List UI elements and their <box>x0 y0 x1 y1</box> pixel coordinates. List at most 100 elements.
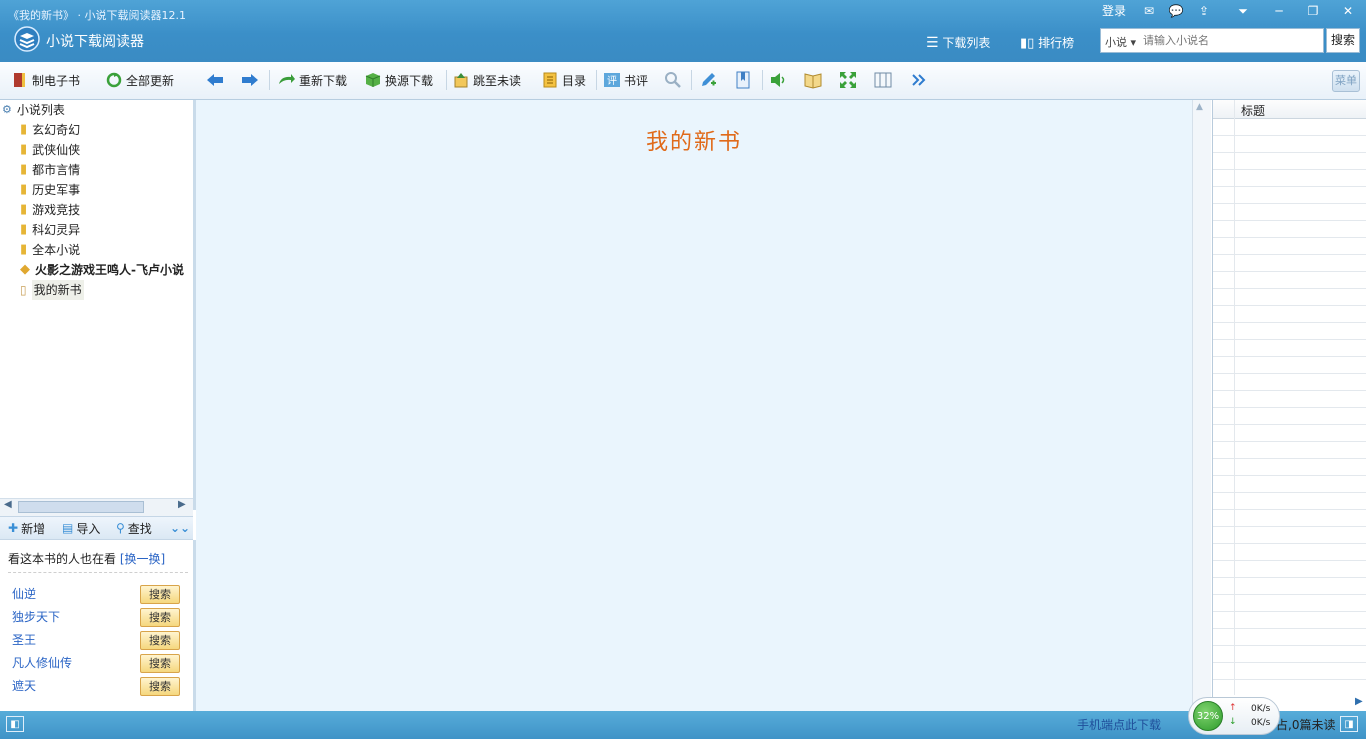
grid-line <box>1213 594 1366 595</box>
tree-category[interactable]: ▮ 武侠仙侠 <box>20 140 184 160</box>
login-link[interactable]: 登录 <box>1100 2 1128 20</box>
grid-line <box>1213 458 1366 459</box>
make-ebook-label: 制电子书 <box>32 73 81 88</box>
tree-category[interactable]: ▮ 游戏竞技 <box>20 200 184 220</box>
tree-category[interactable]: ▮ 全本小说 <box>20 240 184 260</box>
ranking-label: 排行榜 <box>1038 36 1075 50</box>
message-icon[interactable]: 💬 <box>1167 2 1185 20</box>
search-text-button[interactable] <box>664 62 682 98</box>
recommend-search-button[interactable]: 搜索 <box>140 654 180 673</box>
speed-monitor[interactable]: 32% ↑ ↓ 0K/s 0K/s <box>1188 697 1280 735</box>
back-button[interactable] <box>206 62 224 98</box>
toolbar-divider <box>762 70 763 90</box>
recommend-search-button[interactable]: 搜索 <box>140 608 180 627</box>
horizontal-scrollbar[interactable]: ◀ ▶ <box>0 498 193 516</box>
tree-root-label: 小说列表 <box>16 103 65 117</box>
more-button[interactable] <box>910 62 928 98</box>
toggle-sidebar-icon[interactable]: ◧ <box>6 716 24 732</box>
ranking-button[interactable]: ▮▯ 排行榜 <box>1020 33 1074 53</box>
chapter-list-header: 标题 <box>1213 100 1366 119</box>
tree-category[interactable]: ▮ 历史军事 <box>20 180 184 200</box>
recommend-book-link[interactable]: 独步天下 <box>12 608 60 625</box>
grid-line <box>1213 254 1366 255</box>
close-icon[interactable]: ✕ <box>1337 2 1359 20</box>
app-name: 小说下载阅读器 <box>46 34 144 50</box>
progress-percent: 32% <box>1193 701 1223 731</box>
reader-pane[interactable]: 我的新书 <box>196 100 1192 711</box>
tree-category[interactable]: ▮ 玄幻奇幻 <box>20 120 184 140</box>
search-button[interactable]: 搜索 <box>1326 28 1360 53</box>
scroll-up-icon[interactable]: ▲ <box>1196 102 1203 112</box>
jump-unread-button[interactable]: 跳至未读 <box>453 62 521 98</box>
open-book-icon: ▯ <box>20 283 27 297</box>
recommend-book-link[interactable]: 凡人修仙传 <box>12 654 72 671</box>
folder-icon: ▮ <box>20 182 28 197</box>
forward-button[interactable] <box>241 62 259 98</box>
fullscreen-icon <box>840 72 856 88</box>
bookmark-icon <box>736 71 750 89</box>
speaker-icon <box>771 73 785 87</box>
tree-category[interactable]: ▮ 都市言情 <box>20 160 184 180</box>
tree-book[interactable]: ◆ 火影之游戏王鸣人-飞卢小说 <box>20 260 184 280</box>
grid-line <box>1213 339 1366 340</box>
bookmark-button[interactable] <box>735 62 751 98</box>
upload-speed: 0K/s <box>1251 704 1271 714</box>
search-input[interactable] <box>1143 31 1321 50</box>
chapter-list-panel: 标题 ▶ <box>1212 100 1366 711</box>
recommend-book-link[interactable]: 遮天 <box>12 677 36 694</box>
scroll-right-icon[interactable]: ▶ <box>178 499 186 510</box>
minimize-icon[interactable]: ─ <box>1268 2 1290 20</box>
edit-button[interactable] <box>699 62 717 98</box>
restore-icon[interactable]: ❐ <box>1302 2 1324 20</box>
search-type-select[interactable]: 小说 ▾ <box>1105 34 1136 50</box>
grid-line <box>1213 645 1366 646</box>
grid-line <box>1213 424 1366 425</box>
collapse-icon[interactable]: ⌄⌄ <box>170 517 190 539</box>
vertical-scrollbar[interactable]: ▲ <box>1192 100 1211 711</box>
grid-line <box>1213 509 1366 510</box>
layout-button[interactable] <box>874 62 892 98</box>
toolbar <box>0 62 1366 100</box>
review-button[interactable]: 评 书评 <box>604 62 648 98</box>
toolbar-divider <box>596 70 597 90</box>
mail-icon[interactable]: ✉ <box>1140 2 1158 20</box>
recommend-search-button[interactable]: 搜索 <box>140 631 180 650</box>
scroll-left-icon[interactable]: ◀ <box>4 499 12 510</box>
recommend-search-button[interactable]: 搜索 <box>140 677 180 696</box>
review-icon: 评 <box>604 73 620 87</box>
redownload-button[interactable]: 重新下载 <box>277 62 347 98</box>
upload-arrow-icon: ↑ <box>1229 703 1237 713</box>
menu-button[interactable]: 菜单 <box>1332 70 1360 92</box>
fullscreen-button[interactable] <box>839 62 857 98</box>
column-title[interactable]: 标题 <box>1241 102 1265 119</box>
scroll-right-icon[interactable]: ▶ <box>1355 696 1363 707</box>
download-list-label: 下载列表 <box>942 36 991 50</box>
tree-root[interactable]: ⚙ 小说列表 <box>2 100 65 120</box>
swap-link[interactable]: [换一换] <box>120 552 165 566</box>
mobile-download-link[interactable]: 手机端点此下载 <box>1077 716 1161 733</box>
read-aloud-button[interactable] <box>769 62 787 98</box>
folder-icon: ▮ <box>20 222 28 237</box>
folder-icon: ▮ <box>20 242 28 257</box>
add-button[interactable]: ✚ 新增 <box>8 517 45 539</box>
scrollbar-thumb[interactable] <box>18 501 144 513</box>
make-ebook-button[interactable]: 制电子书 <box>12 62 80 98</box>
find-button[interactable]: ⚲ 查找 <box>116 517 152 539</box>
download-list-button[interactable]: ☰ 下载列表 <box>926 33 990 53</box>
switch-source-button[interactable]: 换源下载 <box>365 62 433 98</box>
recommend-search-button[interactable]: 搜索 <box>140 585 180 604</box>
toggle-right-panel-icon[interactable]: ◨ <box>1340 716 1358 732</box>
list-icon: ☰ <box>926 35 939 51</box>
recommend-book-link[interactable]: 仙逆 <box>12 585 36 602</box>
share-icon[interactable]: ⇪ <box>1195 2 1213 20</box>
book-view-button[interactable] <box>804 62 822 98</box>
recommend-book-link[interactable]: 圣王 <box>12 631 36 648</box>
toc-button[interactable]: 目录 <box>542 62 586 98</box>
update-all-label: 全部更新 <box>126 73 175 88</box>
tree-category[interactable]: ▮ 科幻灵异 <box>20 220 184 240</box>
update-all-button[interactable]: 全部更新 <box>106 62 174 98</box>
tree-book-selected[interactable]: ▯ 我的新书 <box>20 280 184 300</box>
dropdown-icon[interactable]: ⏷ <box>1232 2 1254 20</box>
toc-label: 目录 <box>562 73 587 88</box>
import-button[interactable]: ▤ 导入 <box>62 517 100 539</box>
